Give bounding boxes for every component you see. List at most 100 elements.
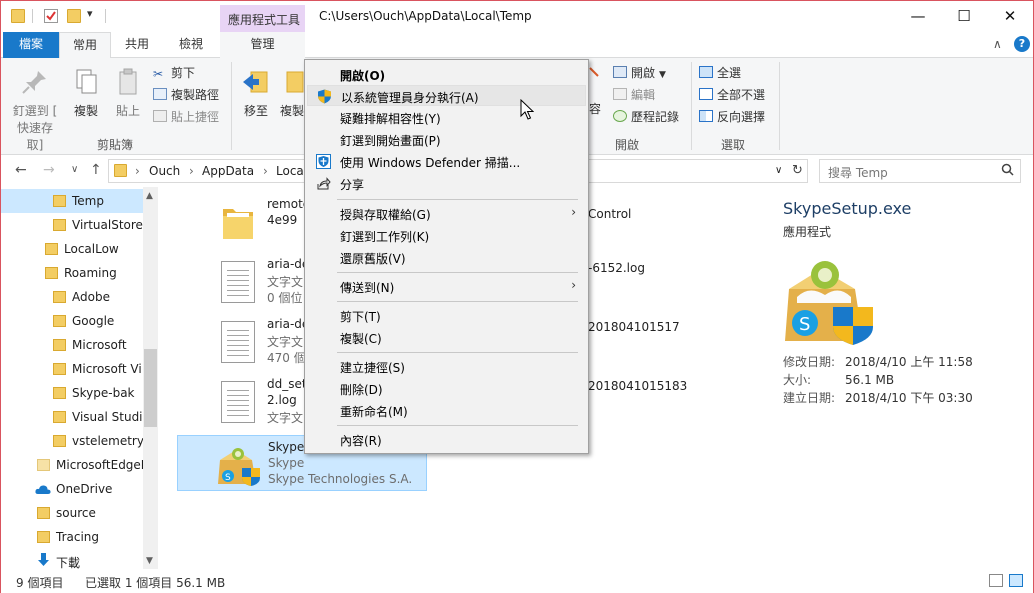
tab-manage[interactable]: 管理	[220, 32, 305, 58]
qat-customize-icon[interactable]: ▾	[87, 7, 93, 20]
forward-button[interactable]: →	[43, 162, 55, 178]
scrollbar-thumb[interactable]	[144, 349, 157, 427]
search-box[interactable]: 搜尋 Temp	[819, 159, 1021, 183]
tree-item-downloads[interactable]: 下載	[1, 549, 143, 569]
menu-item-pin-to-start[interactable]: 釘選到開始畫面(P)	[307, 129, 586, 150]
paste-button[interactable]: 貼上	[109, 68, 147, 119]
tree-item-google[interactable]: Google	[1, 309, 143, 333]
tree-item-label: vstelemetry	[72, 434, 143, 448]
scroll-down-arrow-icon[interactable]: ▼	[146, 556, 153, 566]
tree-item-adobe[interactable]: Adobe	[1, 285, 143, 309]
tree-item-locallow[interactable]: LocalLow	[1, 237, 143, 261]
tree-item-temp[interactable]: Temp	[1, 189, 143, 213]
search-input[interactable]: 搜尋 Temp	[828, 164, 888, 181]
folder-icon	[53, 195, 66, 207]
tree-item-source[interactable]: source	[1, 501, 143, 525]
close-button[interactable]: ✕	[987, 1, 1033, 31]
tab-share[interactable]: 共用	[113, 32, 161, 58]
menu-item-cut[interactable]: 剪下(T)	[307, 305, 586, 326]
breadcrumb-appdata[interactable]: AppData	[202, 164, 254, 178]
tree-item-visual-studio[interactable]: Visual Studio	[1, 405, 143, 429]
menu-item-label: 剪下(T)	[340, 310, 381, 324]
copy-path-label: 複製路徑	[171, 88, 220, 102]
breadcrumb-local[interactable]: Loca	[276, 164, 304, 178]
tree-item-onedrive[interactable]: OneDrive	[1, 477, 143, 501]
back-button[interactable]: ←	[15, 162, 27, 178]
copy-button[interactable]: 複製	[67, 68, 105, 119]
folder-icon	[53, 339, 66, 351]
skype-installer-icon: S	[216, 444, 262, 486]
minimize-button[interactable]: —	[895, 1, 941, 31]
tree-item-microsoft[interactable]: Microsoft	[1, 333, 143, 357]
large-icons-view-icon[interactable]	[1009, 574, 1023, 587]
menu-item-restore-versions[interactable]: 還原舊版(V)	[307, 247, 586, 268]
cut-button[interactable]: ✂ 剪下	[153, 64, 195, 81]
tree-item-microsoft-vi[interactable]: Microsoft Vi	[1, 357, 143, 381]
pin-quick-access-button[interactable]: 釘選到 [ 快速存取]	[9, 68, 61, 153]
edit-label: 編輯	[631, 88, 656, 102]
tab-view[interactable]: 檢視	[163, 32, 219, 58]
menu-item-send-to[interactable]: 傳送到(N) ›	[307, 276, 586, 297]
tab-home[interactable]: 常用	[59, 32, 111, 59]
tree-item-label: MicrosoftEdgeE	[56, 458, 143, 472]
copy-label: 複製	[73, 104, 98, 118]
tree-item-microsoftedge[interactable]: MicrosoftEdgeE	[1, 453, 143, 477]
open-button[interactable]: 開啟 ▼	[613, 64, 666, 81]
group-divider	[779, 62, 780, 150]
file-name: aria-de	[267, 317, 310, 331]
select-all-button[interactable]: 全選	[699, 64, 741, 81]
help-icon[interactable]: ?	[1014, 36, 1030, 52]
tree-item-skype-bak[interactable]: Skype-bak	[1, 381, 143, 405]
tree-item-roaming[interactable]: Roaming	[1, 261, 143, 285]
menu-item-delete[interactable]: 刪除(D)	[307, 378, 586, 399]
windows-defender-icon	[316, 154, 331, 169]
invert-selection-button[interactable]: 反向選擇	[699, 108, 765, 125]
move-to-label: 移至	[243, 104, 268, 118]
menu-item-troubleshoot-compat[interactable]: 疑難排解相容性(Y)	[307, 107, 586, 128]
menu-item-label: 傳送到(N)	[340, 281, 395, 295]
select-none-button[interactable]: 全部不選	[699, 86, 765, 103]
select-all-icon	[699, 66, 713, 78]
folder-icon	[45, 267, 58, 279]
menu-item-defender-scan[interactable]: 使用 Windows Defender 掃描...	[307, 151, 586, 172]
copy-path-button[interactable]: 複製路徑	[153, 86, 219, 103]
tab-file[interactable]: 檔案	[3, 32, 59, 58]
ribbon-collapse-icon[interactable]: ∧	[993, 37, 1002, 51]
history-button[interactable]: 歷程記錄	[613, 108, 679, 125]
menu-item-give-access[interactable]: 授與存取權給(G) ›	[307, 203, 586, 224]
menu-item-share[interactable]: 分享	[307, 173, 586, 194]
menu-item-properties[interactable]: 內容(R)	[307, 429, 586, 450]
tree-item-vstelemetry[interactable]: vstelemetry	[1, 429, 143, 453]
edit-button[interactable]: 編輯	[613, 86, 655, 103]
menu-item-rename[interactable]: 重新命名(M)	[307, 400, 586, 421]
tree-item-tracing[interactable]: Tracing	[1, 525, 143, 549]
menu-item-run-as-admin[interactable]: 以系統管理員身分執行(A)	[307, 85, 586, 106]
mouse-cursor-icon	[520, 98, 535, 121]
paste-shortcut-icon	[153, 110, 167, 122]
copy-to-button[interactable]: 複製	[277, 68, 307, 119]
move-to-button[interactable]: 移至	[237, 68, 275, 119]
recent-locations-button[interactable]: ∨	[71, 164, 78, 175]
file-size: 0 個位	[267, 291, 303, 305]
navigation-pane: Temp VirtualStore LocalLow Roaming Adobe…	[1, 187, 158, 569]
skype-installer-icon: S	[781, 257, 879, 348]
tree-item-label: OneDrive	[56, 482, 113, 496]
paste-shortcut-button[interactable]: 貼上捷徑	[153, 108, 219, 125]
status-bar: 9 個項目 已選取 1 個項目 56.1 MB	[1, 569, 1033, 593]
menu-item-open[interactable]: 開啟(O)	[307, 64, 586, 85]
refresh-button[interactable]: ↻	[788, 159, 808, 183]
maximize-button[interactable]: ☐	[941, 1, 987, 31]
breadcrumb-ouch[interactable]: Ouch	[149, 164, 180, 178]
scroll-up-arrow-icon[interactable]: ▲	[146, 191, 153, 201]
menu-item-create-shortcut[interactable]: 建立捷徑(S)	[307, 356, 586, 377]
up-button[interactable]: ↑	[90, 162, 102, 178]
tree-item-virtualstore[interactable]: VirtualStore	[1, 213, 143, 237]
properties-check-icon[interactable]	[44, 9, 58, 23]
menu-item-pin-to-taskbar[interactable]: 釘選到工作列(K)	[307, 225, 586, 246]
new-folder-icon[interactable]	[67, 9, 81, 23]
address-dropdown-icon[interactable]: ∨	[775, 165, 782, 176]
menu-item-copy[interactable]: 複製(C)	[307, 327, 586, 348]
invert-selection-label: 反向選擇	[717, 110, 766, 124]
details-view-icon[interactable]	[989, 574, 1003, 587]
navpane-scrollbar[interactable]: ▲ ▼	[143, 187, 158, 569]
